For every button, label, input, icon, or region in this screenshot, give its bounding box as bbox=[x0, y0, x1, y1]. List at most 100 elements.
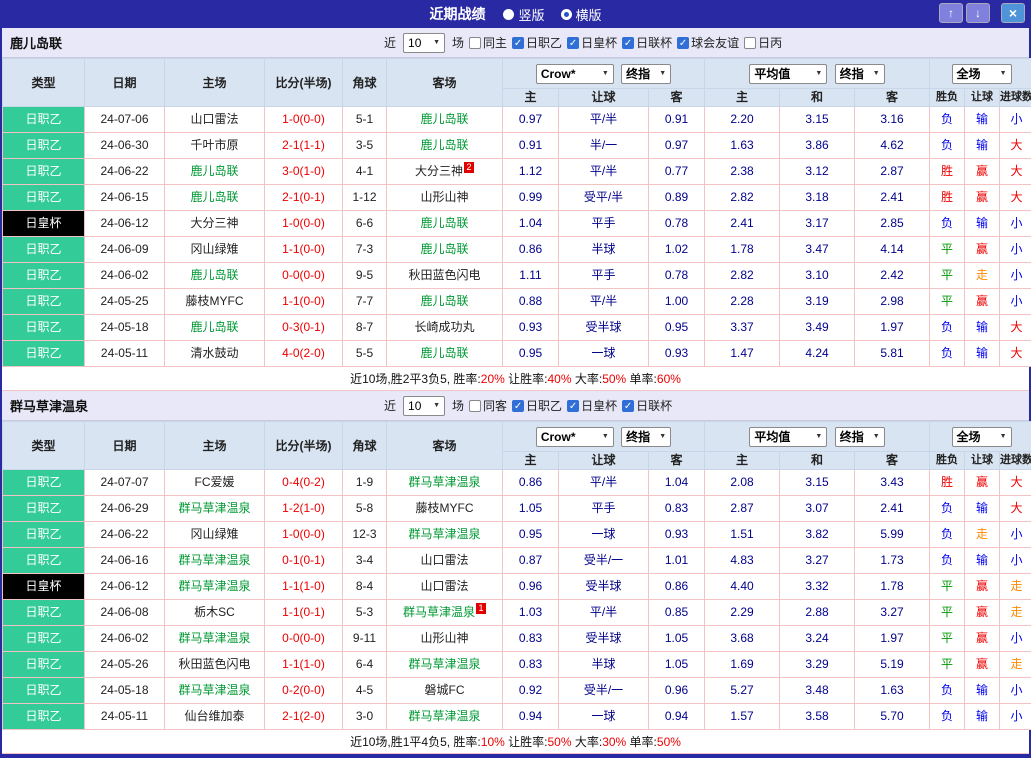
col-type: 类型 bbox=[3, 59, 85, 107]
team-link[interactable]: 山口雷法 bbox=[420, 579, 468, 593]
team-link[interactable]: 山口雷法 bbox=[190, 112, 238, 126]
team-link[interactable]: 群马草津温泉 bbox=[408, 709, 480, 723]
league-filter-checkbox[interactable]: 日丙 bbox=[744, 34, 782, 51]
avg-draw-cell: 3.15 bbox=[780, 107, 855, 133]
team-link[interactable]: 鹿儿岛联 bbox=[190, 268, 238, 282]
team-link[interactable]: 群马草津温泉 bbox=[408, 657, 480, 671]
scope-select[interactable]: 全场▼ bbox=[952, 427, 1012, 447]
match-count-select[interactable]: 10▼ bbox=[403, 396, 445, 416]
checkbox-checked-icon: ✓ bbox=[567, 37, 579, 49]
team-link[interactable]: 鹿儿岛联 bbox=[420, 216, 468, 230]
team-link[interactable]: 鹿儿岛联 bbox=[420, 112, 468, 126]
bookmaker-select[interactable]: Crow*▼ bbox=[536, 64, 614, 84]
team-link[interactable]: 冈山绿雉 bbox=[190, 242, 238, 256]
away-team-cell: 山口雷法 bbox=[387, 548, 503, 574]
home-odds-cell: 0.94 bbox=[503, 704, 559, 730]
chevron-down-icon: ▼ bbox=[433, 402, 440, 409]
team-link[interactable]: 大分三神 bbox=[415, 164, 463, 178]
scope-select[interactable]: 全场▼ bbox=[952, 64, 1012, 84]
team-link[interactable]: 山形山神 bbox=[420, 190, 468, 204]
handicap-cell: 平手 bbox=[559, 263, 649, 289]
result-handicap-cell: 输 bbox=[965, 704, 1000, 730]
avg-stage-select[interactable]: 终指▼ bbox=[835, 427, 885, 447]
team-link[interactable]: 鹿儿岛联 bbox=[420, 138, 468, 152]
league-cell: 日职乙 bbox=[3, 548, 85, 574]
chevron-down-icon: ▼ bbox=[873, 70, 880, 77]
team-link[interactable]: 群马草津温泉 bbox=[178, 501, 250, 515]
handicap-cell: 一球 bbox=[559, 704, 649, 730]
chevron-down-icon: ▼ bbox=[1000, 70, 1007, 77]
result-wdl-cell: 胜 bbox=[930, 185, 965, 211]
same-venue-checkbox[interactable]: 同主 bbox=[469, 34, 507, 51]
league-filter-checkbox[interactable]: ✓日皇杯 bbox=[567, 397, 617, 414]
team-link[interactable]: 鹿儿岛联 bbox=[420, 346, 468, 360]
up-button[interactable]: ↑ bbox=[939, 3, 963, 23]
team-link[interactable]: 山形山神 bbox=[420, 631, 468, 645]
summary-segment: 40% bbox=[547, 372, 571, 386]
score-cell: 2-1(2-0) bbox=[265, 704, 343, 730]
section-header: 群马草津温泉 近10▼场同客✓日职乙✓日皇杯✓日联杯 bbox=[2, 391, 1029, 421]
result-goals-cell: 小 bbox=[1000, 211, 1031, 237]
result-wdl-cell: 负 bbox=[930, 496, 965, 522]
average-select[interactable]: 平均值▼ bbox=[749, 64, 827, 84]
avg-stage-select[interactable]: 终指▼ bbox=[835, 64, 885, 84]
team-link[interactable]: 群马草津温泉 bbox=[178, 579, 250, 593]
matches-body: 日职乙24-07-06山口雷法1-0(0-0)5-1鹿儿岛联0.97平/半0.9… bbox=[3, 107, 1031, 367]
team-link[interactable]: 群马草津温泉 bbox=[408, 475, 480, 489]
same-venue-checkbox[interactable]: 同客 bbox=[469, 397, 507, 414]
team-link[interactable]: 群马草津温泉 bbox=[403, 605, 475, 619]
layout-radio-horizontal[interactable]: 横版 bbox=[561, 5, 602, 24]
team-link[interactable]: 栃木SC bbox=[194, 605, 235, 619]
match-row: 日职乙24-07-07FC爱媛0-4(0-2)1-9群马草津温泉0.86平/半1… bbox=[3, 470, 1031, 496]
league-filter-checkbox[interactable]: ✓日联杯 bbox=[622, 34, 672, 51]
team-link[interactable]: 清水鼓动 bbox=[190, 346, 238, 360]
match-count-select[interactable]: 10▼ bbox=[403, 33, 445, 53]
result-goals-cell: 大 bbox=[1000, 315, 1031, 341]
league-cell: 日皇杯 bbox=[3, 574, 85, 600]
team-link[interactable]: 藤枝MYFC bbox=[416, 501, 474, 515]
team-link[interactable]: 大分三神 bbox=[190, 216, 238, 230]
team-link[interactable]: 鹿儿岛联 bbox=[420, 242, 468, 256]
team-link[interactable]: 长崎成功丸 bbox=[414, 320, 474, 334]
team-link[interactable]: 藤枝MYFC bbox=[186, 294, 244, 308]
odds-stage-select[interactable]: 终指▼ bbox=[621, 64, 671, 84]
league-filter-checkbox[interactable]: ✓日皇杯 bbox=[567, 34, 617, 51]
team-link[interactable]: 鹿儿岛联 bbox=[190, 320, 238, 334]
team-link[interactable]: 仙台维加泰 bbox=[184, 709, 244, 723]
avg-draw-cell: 3.58 bbox=[780, 704, 855, 730]
team-link[interactable]: 群马草津温泉 bbox=[178, 553, 250, 567]
league-filter-checkbox[interactable]: ✓球会友谊 bbox=[677, 34, 739, 51]
team-link[interactable]: 秋田蓝色闪电 bbox=[408, 268, 480, 282]
team-link[interactable]: 鹿儿岛联 bbox=[190, 164, 238, 178]
subcol-avg-away: 客 bbox=[855, 89, 930, 107]
team-link[interactable]: 千叶市原 bbox=[190, 138, 238, 152]
bookmaker-select[interactable]: Crow*▼ bbox=[536, 427, 614, 447]
team-link[interactable]: 群马草津温泉 bbox=[178, 683, 250, 697]
league-filter-checkbox[interactable]: ✓日职乙 bbox=[512, 34, 562, 51]
team-link[interactable]: 磐城FC bbox=[425, 683, 465, 697]
team-link[interactable]: 冈山绿雉 bbox=[190, 527, 238, 541]
subcol-home-odds: 主 bbox=[503, 89, 559, 107]
league-cell: 日皇杯 bbox=[3, 211, 85, 237]
checkbox-checked-icon: ✓ bbox=[622, 37, 634, 49]
league-filter-checkbox[interactable]: ✓日职乙 bbox=[512, 397, 562, 414]
down-button[interactable]: ↓ bbox=[966, 3, 990, 23]
team-link[interactable]: 鹿儿岛联 bbox=[190, 190, 238, 204]
avg-draw-cell: 3.07 bbox=[780, 496, 855, 522]
result-goals-cell: 大 bbox=[1000, 159, 1031, 185]
team-link[interactable]: 秋田蓝色闪电 bbox=[178, 657, 250, 671]
avg-away-cell: 5.70 bbox=[855, 704, 930, 730]
odds-stage-select[interactable]: 终指▼ bbox=[621, 427, 671, 447]
result-wdl-cell: 负 bbox=[930, 211, 965, 237]
close-button[interactable]: × bbox=[1001, 3, 1025, 23]
team-link[interactable]: 山口雷法 bbox=[420, 553, 468, 567]
league-filter-checkbox[interactable]: ✓日联杯 bbox=[622, 397, 672, 414]
team-link[interactable]: FC爱媛 bbox=[195, 475, 235, 489]
team-link[interactable]: 群马草津温泉 bbox=[408, 527, 480, 541]
league-cell: 日职乙 bbox=[3, 522, 85, 548]
team-link[interactable]: 群马草津温泉 bbox=[178, 631, 250, 645]
layout-radio-vertical[interactable]: 竖版 bbox=[503, 5, 544, 24]
average-select[interactable]: 平均值▼ bbox=[749, 427, 827, 447]
team-link[interactable]: 鹿儿岛联 bbox=[420, 294, 468, 308]
match-row: 日职乙24-05-25藤枝MYFC1-1(0-0)7-7鹿儿岛联0.88平/半1… bbox=[3, 289, 1031, 315]
